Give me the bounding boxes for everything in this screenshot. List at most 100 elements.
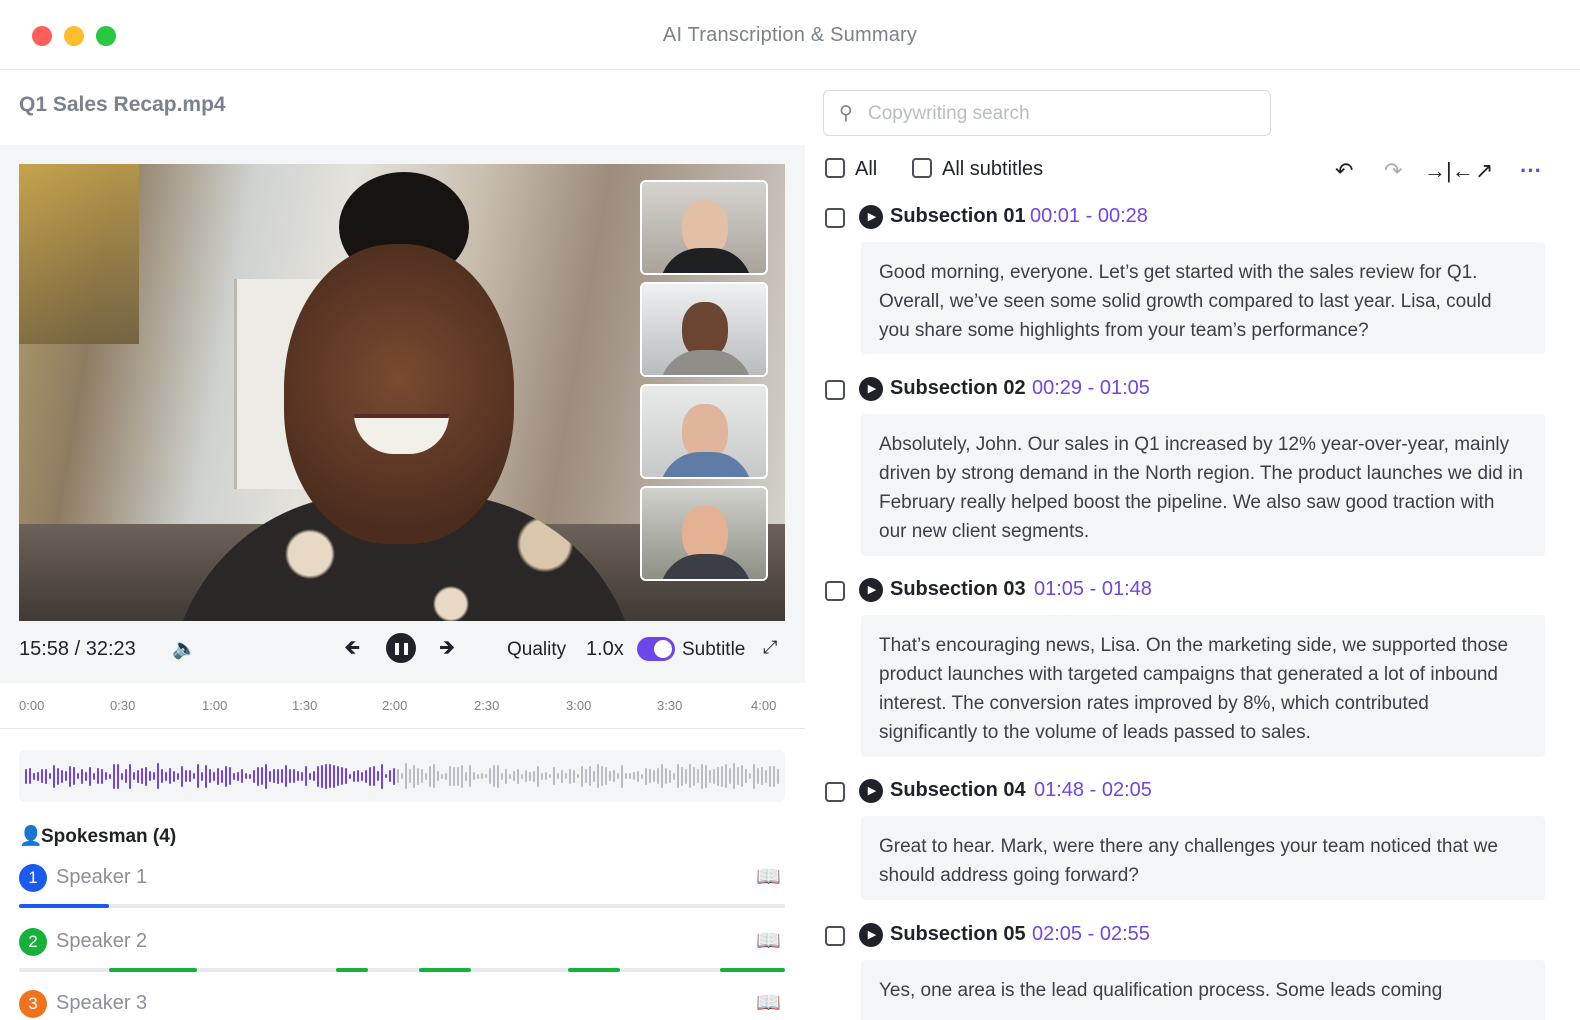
waveform-bar: [341, 767, 343, 785]
subsection-text[interactable]: Great to hear. Mark, were there any chal…: [861, 816, 1545, 900]
pause-button[interactable]: ❚❚: [386, 633, 416, 663]
waveform-bar: [573, 769, 575, 783]
waveform-bar: [365, 769, 367, 783]
waveform-bar: [601, 766, 603, 786]
waveform-bar: [653, 770, 655, 782]
subsection-checkbox[interactable]: [825, 926, 845, 946]
waveform-bar: [129, 763, 131, 789]
waveform-bar: [257, 766, 259, 786]
subsection-time-range[interactable]: 02:05 - 02:55: [1032, 923, 1150, 946]
waveform-bar: [417, 767, 419, 785]
book-icon[interactable]: 📖: [756, 928, 781, 953]
waveform-bar: [309, 772, 311, 780]
waveform-bar: [449, 766, 451, 786]
fullscreen-icon[interactable]: ⤢: [763, 638, 777, 656]
play-icon[interactable]: ▶: [859, 205, 883, 229]
waveform-bar: [233, 772, 235, 780]
participant-thumbnail[interactable]: [640, 282, 768, 377]
participant-thumbnail[interactable]: [640, 384, 768, 479]
waveform-bar: [277, 768, 279, 784]
waveform-bar: [513, 771, 515, 781]
speaker-number-badge: 3: [19, 990, 47, 1018]
waveform-bar: [593, 770, 595, 782]
play-icon[interactable]: ▶: [859, 578, 883, 602]
waveform-bar: [149, 771, 151, 781]
play-icon[interactable]: ▶: [859, 779, 883, 803]
waveform-bar: [633, 772, 635, 780]
subsection-checkbox[interactable]: [825, 782, 845, 802]
subsection-title: Subsection 02: [890, 377, 1026, 399]
participant-thumbnail[interactable]: [640, 180, 768, 275]
quality-button[interactable]: Quality: [507, 639, 566, 661]
waveform-bar: [89, 766, 91, 786]
waveform-bar: [169, 768, 171, 784]
participant-thumbnail[interactable]: [640, 486, 768, 581]
speaker-row[interactable]: 3 Speaker 3 📖: [19, 990, 785, 1020]
select-all-checkbox[interactable]: [825, 158, 845, 178]
waveform-bar: [569, 768, 571, 784]
speaker-segment: [336, 968, 368, 972]
waveform-bar: [433, 764, 435, 788]
subsection-time-range[interactable]: 00:01 - 00:28: [1030, 205, 1148, 228]
waveform-bar: [641, 773, 643, 779]
play-icon[interactable]: ▶: [859, 377, 883, 401]
waveform-bar: [397, 769, 399, 783]
subsection-text[interactable]: Yes, one area is the lead qualification …: [861, 960, 1545, 1020]
search-box[interactable]: ⚲: [823, 90, 1271, 136]
subsection-text[interactable]: That’s encouraging news, Lisa. On the ma…: [861, 615, 1545, 757]
waveform-bar: [505, 768, 507, 784]
subsection-checkbox[interactable]: [825, 581, 845, 601]
waveform-bar: [461, 764, 463, 788]
waveform-bar: [605, 767, 607, 785]
waveform-bar: [453, 766, 455, 786]
redo-icon[interactable]: ↷: [1384, 158, 1402, 184]
subsection-text[interactable]: Good morning, everyone. Let’s get starte…: [861, 242, 1545, 354]
waveform-bar: [757, 768, 759, 784]
waveform-bar: [549, 774, 551, 778]
play-icon[interactable]: ▶: [859, 923, 883, 947]
subsection-checkbox[interactable]: [825, 380, 845, 400]
waveform-bar: [217, 767, 219, 785]
waveform-bar: [661, 764, 663, 788]
previous-icon[interactable]: 🡸: [344, 638, 360, 658]
volume-icon[interactable]: 🔈: [172, 639, 197, 659]
waveform-bar: [637, 770, 639, 782]
waveform-bar: [113, 763, 115, 789]
waveform-bar: [469, 765, 471, 787]
waveform-bar: [489, 768, 491, 784]
waveform-bar: [625, 773, 627, 779]
all-subtitles-checkbox[interactable]: [912, 158, 932, 178]
timeline-tick: 1:00: [202, 698, 228, 713]
subsection-time-range[interactable]: 00:29 - 01:05: [1032, 377, 1150, 400]
timeline-ruler[interactable]: 0:00 0:30 1:00 1:30 2:00 2:30 3:00 3:30 …: [19, 698, 785, 718]
book-icon[interactable]: 📖: [756, 990, 781, 1015]
waveform-bar: [765, 769, 767, 783]
speaker-row[interactable]: 2 Speaker 2 📖: [19, 928, 785, 988]
subsection-checkbox[interactable]: [825, 208, 845, 228]
more-icon[interactable]: ···: [1520, 158, 1542, 184]
audio-waveform[interactable]: [19, 750, 785, 802]
waveform-bar: [185, 770, 187, 782]
export-icon[interactable]: ↗: [1475, 158, 1493, 184]
waveform-bar: [621, 764, 623, 788]
waveform-bar: [381, 763, 383, 789]
waveform-bar: [245, 773, 247, 779]
timeline-tick: 2:00: [382, 698, 408, 713]
search-input[interactable]: [868, 101, 1258, 127]
speaker-row[interactable]: 1 Speaker 1 📖: [19, 864, 785, 924]
waveform-bar: [645, 767, 647, 785]
waveform-bar: [361, 771, 363, 781]
waveform-bar: [665, 768, 667, 784]
subsection-time-range[interactable]: 01:05 - 01:48: [1034, 578, 1152, 601]
waveform-bar: [109, 773, 111, 779]
book-icon[interactable]: 📖: [756, 864, 781, 889]
waveform-bar: [61, 769, 63, 783]
undo-icon[interactable]: ↶: [1335, 158, 1353, 184]
subsection-time-range[interactable]: 01:48 - 02:05: [1034, 779, 1152, 802]
merge-icon[interactable]: →|←: [1424, 158, 1474, 184]
next-icon[interactable]: 🡺: [439, 638, 455, 658]
subtitle-toggle[interactable]: [637, 637, 675, 661]
speed-button[interactable]: 1.0x: [586, 638, 624, 661]
subsection-text[interactable]: Absolutely, John. Our sales in Q1 increa…: [861, 414, 1545, 556]
waveform-bar: [57, 767, 59, 785]
